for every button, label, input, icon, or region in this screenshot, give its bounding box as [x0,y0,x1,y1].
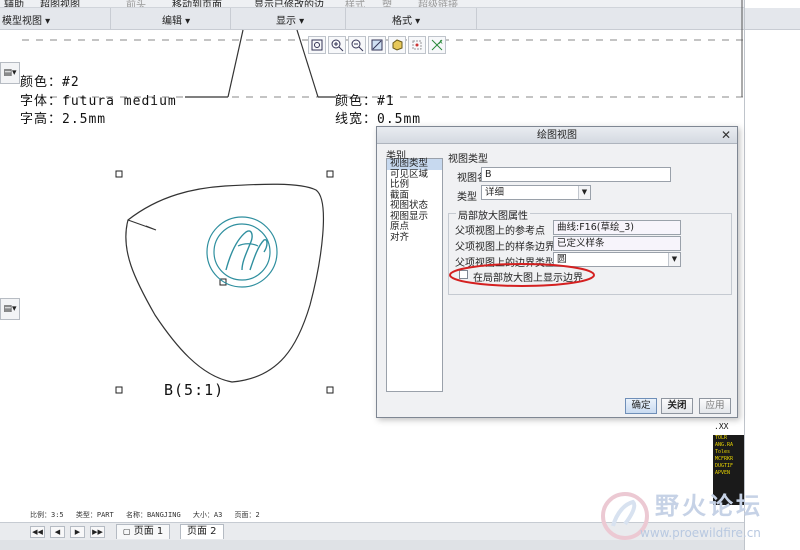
view-name-input[interactable]: B [481,167,671,182]
right-side-panel [744,0,800,550]
selection-handle [115,170,123,178]
selection-handle [326,170,334,178]
close-button[interactable]: 关闭 [661,398,693,414]
ref-point-label: 父项视图上的参考点 [455,226,545,237]
chevron-down-icon: ▼ [578,186,590,199]
spline-boundary-field[interactable]: 已定义样条 [553,236,681,251]
zoom-fit-icon[interactable] [308,36,326,54]
last-page-button[interactable]: ▶▶ [90,526,105,538]
axis-icon[interactable]: A [428,36,446,54]
detail-logo-stroke [237,243,259,247]
type-label: 类型 [457,192,477,203]
chevron-down-icon: ▼ [668,253,680,266]
datum-icon[interactable] [408,36,426,54]
ok-button[interactable]: 确定 [625,398,657,414]
page-icon: ▢ [123,527,131,536]
category-item-view-states[interactable]: 视图状态 [387,200,442,212]
highlight-oval [449,263,595,287]
status-bar: 比例：3:5 类型：PART 名称：BANGJING 大小：A3 页面：2 [30,510,320,522]
note-color-left: 颜色：#2 [20,75,80,90]
close-icon[interactable]: ✕ [721,127,731,144]
title-block-line: ANG.RA [715,442,734,448]
category-item-view-type[interactable]: 视图类型 [387,158,442,170]
note-height: 字高：2.5mm [20,112,107,127]
title-block-line: TOLR [715,435,728,441]
note-color-right: 颜色：#1 [335,94,395,109]
type-select[interactable]: 详细 ▼ [481,185,591,200]
spline-boundary-label: 父项视图上的样条边界 [455,242,555,253]
category-item-origin[interactable]: 原点 [387,221,442,233]
zoom-out-icon[interactable] [348,36,366,54]
watermark: 野火论坛 www.proewildfire.cn [595,480,800,550]
graphics-toolbar: A [308,36,458,56]
selection-handle [326,386,334,394]
status-size: 大小：A3 [192,511,223,519]
page-tab-2-label: 页面 2 [187,526,217,537]
dialog-title: 绘图视图 [537,130,577,141]
category-item-scale[interactable]: 比例 [387,179,442,191]
note-linewidth: 线宽：0.5mm [335,112,422,127]
category-list: 视图类型 可见区域 比例 截面 视图状态 视图显示 原点 对齐 [386,158,443,392]
selection-handle [115,386,123,394]
title-block-line: Toles [715,449,731,455]
page-tab-1[interactable]: ▢ 页面 1 [116,524,171,539]
drawing-view-dialog: 绘图视图 ✕ 类别 视图类型 可见区域 比例 截面 视图状态 视图显示 原点 对… [376,126,738,418]
status-scale: 比例：3:5 [30,511,64,519]
prev-page-button[interactable]: ◀ [50,526,65,538]
note-font: 字体：futura medium [20,94,177,109]
detail-logo-stroke [225,230,253,271]
spline-notch [127,219,157,231]
apply-button[interactable]: 应用 [699,398,731,414]
detail-properties-label: 局部放大图属性 [456,207,530,222]
section-view-type: 视图类型 [448,154,488,165]
title-block-line: MCFRKR [715,456,734,462]
svg-text:A: A [439,40,443,46]
next-page-button[interactable]: ▶ [70,526,85,538]
detail-circle-outer [206,216,278,288]
watermark-url: www.proewildfire.cn [640,526,761,540]
shading-icon[interactable] [388,36,406,54]
type-select-value: 详细 [485,187,505,198]
tolerance-label: .XX [714,422,729,431]
dialog-title-bar[interactable]: 绘图视图 ✕ [377,127,737,144]
watermark-title: 野火论坛 [655,492,763,520]
detail-view-label[interactable]: B(5:1) [164,381,224,399]
status-name: 名称：BANGJING [125,511,181,519]
status-sheet: 页面：2 [234,511,260,519]
title-block-line: DUGTIF [715,463,734,469]
page-tab-1-label: 页面 1 [133,526,164,537]
right-panel-header [745,8,800,30]
ref-point-field[interactable]: 曲线:F16(草绘_3) [553,220,681,235]
zoom-in-icon[interactable] [328,36,346,54]
repaint-icon[interactable] [368,36,386,54]
page-tab-2[interactable]: 页面 2 [180,524,224,539]
detail-circle-inner [213,223,271,281]
first-page-button[interactable]: ◀◀ [30,526,45,538]
title-block-line: APVEN [715,470,731,476]
category-item-alignment[interactable]: 对齐 [387,232,442,244]
status-type: 类型：PART [75,511,114,519]
